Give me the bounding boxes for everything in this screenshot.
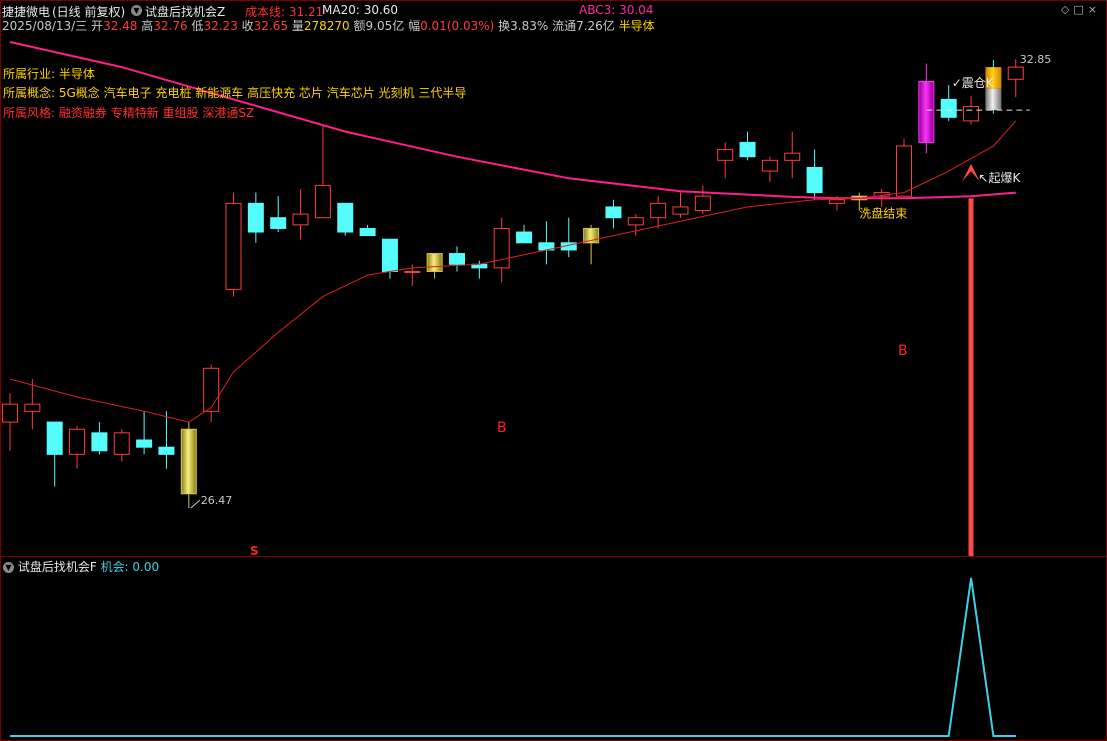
concept-row: 所属概念: 5G概念 汽车电子 充电桩 新能源车 高压快充 芯片 汽车芯片 光刻… [3,84,466,101]
candle-body [672,206,689,215]
candle-body [806,167,823,194]
industry-value: 半导体 [58,67,95,81]
low-value: 32.23 [203,19,238,33]
quote-line: 2025/08/13/三 开32.48 高32.76 低32.23 收32.65… [2,17,655,34]
candle-body [493,227,510,269]
style-label: 所属风格: [3,106,56,120]
candle-body [381,238,398,272]
candle-body [694,195,711,212]
float-value: 流通7.26亿 [552,19,615,33]
candle-body [136,439,153,448]
quote-date: 2025/08/13/三 [2,19,88,33]
sub-panel-border [0,556,1107,741]
candle-body [650,202,667,219]
candle-body [337,202,354,233]
close-icon[interactable]: × [1088,3,1101,16]
candle-body [449,253,465,265]
candles-group [2,59,1024,509]
low-price-pointer [190,499,201,509]
candle-body [761,159,778,172]
high-label: 高 [141,19,154,33]
candle-body [359,227,376,237]
buy-signal-b2: B [898,343,908,359]
candle-body [896,145,912,197]
style-row: 所属风格: 融资融券 专精特新 重组股 深港通SZ [3,104,254,121]
candle-body [46,421,63,455]
candle-body [940,98,957,118]
volume-value: 278270 [303,19,350,33]
turnover-value: 换3.83% [498,19,549,33]
open-value: 32.48 [103,19,138,33]
sub-panel-header: ▼ 试盘后找机会F 机会: 0.00 [3,558,159,575]
zhencang-annotation: ✓震仓K [952,76,995,90]
candle-body [516,231,533,244]
qibao-annotation: ↖起爆K [978,171,1021,185]
amp-value: 0.01(0.03%) [420,19,495,33]
high-value: 32.76 [153,19,188,33]
candle-body [292,213,309,226]
candle-body [158,446,175,455]
amount-value: 额9.05亿 [353,19,405,33]
candle-body [605,206,622,219]
abc3-label: ABC3: 30.04 [579,3,654,17]
signal-arrow-shaft [968,198,974,556]
candle-body [247,202,264,233]
sell-signal-s: S [250,544,259,558]
candle-body [739,141,756,158]
candle-body [627,217,644,226]
candle-body [203,367,220,412]
candle-body [963,106,980,122]
candle-body [404,270,421,273]
close-value: 32.65 [253,19,289,33]
buy-signal-b1: B [497,420,507,436]
candle-body [225,202,242,290]
candle-body [717,149,734,161]
candle-body [24,403,41,412]
candle-body [426,253,443,272]
concept-value: 5G概念 汽车电子 充电桩 新能源车 高压快充 芯片 汽车芯片 光刻机 三代半导 [58,86,467,100]
chevron-down-icon[interactable]: ▼ [131,5,142,16]
amp-label: 幅 [408,19,421,33]
close-label: 收 [241,19,254,33]
candle-body [91,432,108,452]
candle-body [270,217,287,229]
chevron-down-icon[interactable]: ▼ [3,562,14,573]
restore-icon[interactable]: □ [1073,3,1087,16]
opportunity-value: 机会: 0.00 [100,560,160,574]
sector-value: 半导体 [618,19,655,33]
candle-body [69,428,86,455]
industry-label: 所属行业: [3,67,56,81]
low-price-label: 26.47 [201,494,233,507]
candle-body [314,184,331,219]
style-value: 融资融券 专精特新 重组股 深港通SZ [58,106,255,120]
window-controls: ◇□× [1061,3,1101,16]
ma-short-line [9,120,1017,423]
signal-arrow-head [962,163,980,182]
candle-body [180,428,197,495]
sub-indicator-name[interactable]: 试盘后找机会F [18,560,97,574]
high-price-label: 32.85 [1020,53,1052,66]
candle-body [985,88,1002,111]
candle-body [2,403,18,423]
industry-row: 所属行业: 半导体 [3,65,95,82]
volume-label: 量 [291,19,304,33]
xipan-annotation: 洗盘结束 [859,206,907,221]
candle-body [828,199,845,204]
diamond-icon[interactable]: ◇ [1061,3,1073,16]
low-label: 低 [191,19,204,33]
candle-body [784,152,801,161]
candle-body [113,432,130,455]
ma20-label: MA20: 30.60 [322,3,399,17]
concept-label: 所属概念: [3,86,56,100]
overlays-group: 32.85 26.47 ✓震仓K ↖起爆K 洗盘结束 B B S [10,53,1052,737]
candle-body [1007,66,1024,80]
opportunity-line [10,577,1016,737]
candle-body [918,80,935,143]
open-label: 开 [91,19,104,33]
